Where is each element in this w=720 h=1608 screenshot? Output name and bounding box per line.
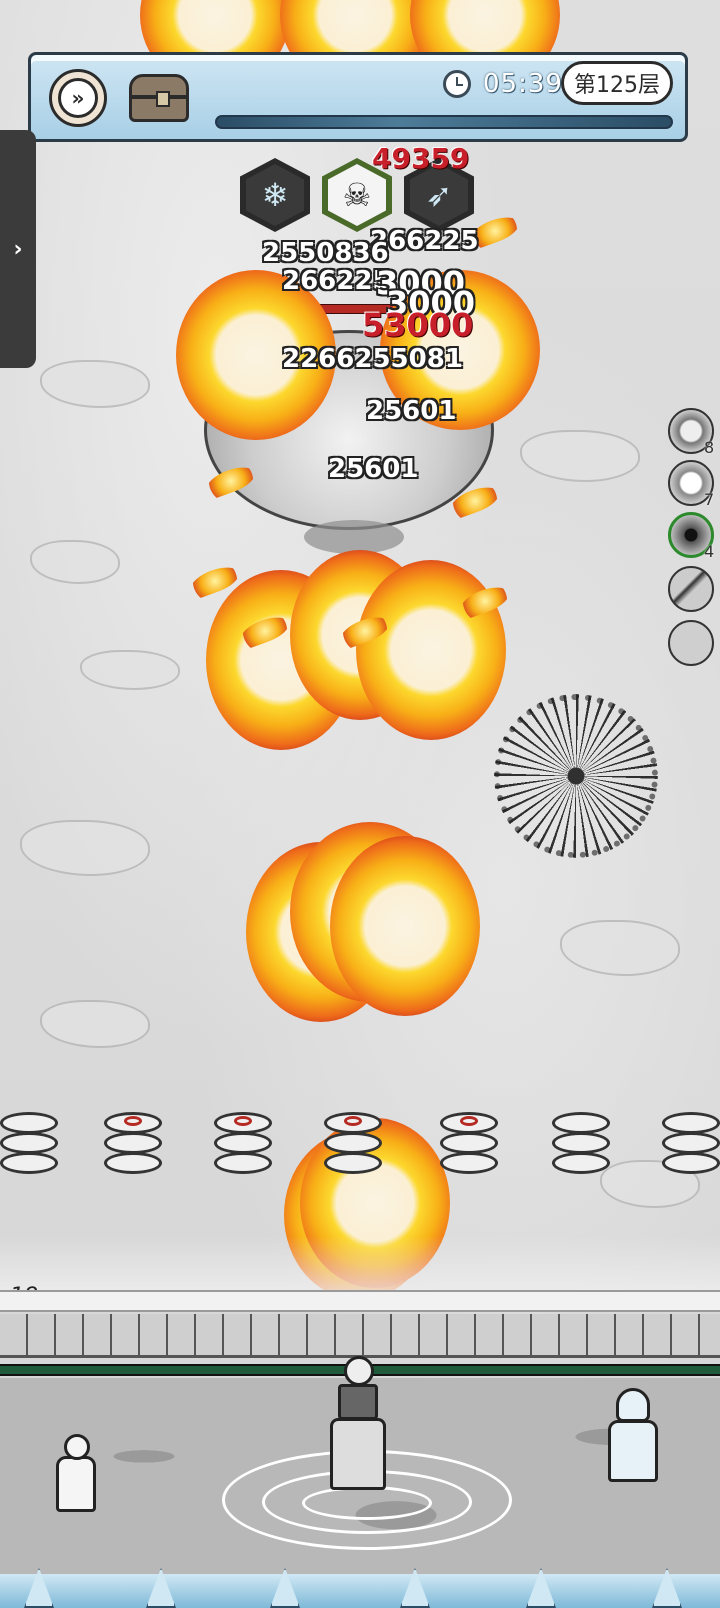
damage-number: 53000	[362, 306, 474, 344]
top-hud: » 05:39 第125层	[28, 52, 688, 142]
boss-shadow	[304, 520, 404, 554]
treasure-chest-icon	[129, 74, 189, 122]
fireball-effect	[330, 836, 480, 1016]
background-stone	[40, 1000, 150, 1048]
turret[interactable]	[0, 1112, 58, 1178]
background-stone	[520, 430, 640, 482]
skill-hex-frost: ❄	[240, 158, 310, 232]
speed-button[interactable]: »	[49, 69, 107, 127]
timer: 05:39	[443, 69, 563, 99]
side-skill-count: 7	[704, 490, 715, 509]
turret[interactable]	[104, 1112, 162, 1178]
background-stone	[560, 920, 680, 976]
game-arena[interactable]: ❄ ☠ ➶ 49359 266225 2550836 266225 3000 3…	[0, 0, 720, 1608]
frost-skill-icon: ❄	[246, 164, 304, 226]
fast-forward-icon: »	[58, 78, 98, 118]
stage-progress-bar	[215, 115, 673, 129]
damage-number: 2550836	[262, 238, 389, 268]
hero-mage-left[interactable]	[42, 1430, 112, 1520]
side-skill-count: 4	[704, 542, 715, 561]
side-skill-slot-empty[interactable]	[668, 620, 714, 666]
side-skill-count: 8	[704, 438, 715, 457]
wall-top	[0, 1290, 720, 1312]
clock-icon	[443, 70, 471, 98]
wall-fade	[0, 1236, 720, 1296]
damage-number: 25601	[328, 454, 419, 484]
damage-number: 266225	[282, 266, 391, 296]
background-stone	[20, 820, 150, 876]
fireball-effect	[356, 560, 506, 740]
floor-badge: 第125层	[561, 61, 673, 105]
damage-number: 49359	[372, 142, 470, 175]
turret[interactable]	[214, 1112, 272, 1178]
background-stone	[40, 360, 150, 408]
hero-commander[interactable]	[316, 1356, 396, 1496]
thorn-orb-ring	[494, 694, 658, 858]
ice-floor	[0, 1574, 720, 1608]
turret[interactable]	[662, 1112, 720, 1178]
chest-button[interactable]	[127, 69, 191, 127]
background-stone	[30, 540, 120, 584]
timer-text: 05:39	[483, 69, 563, 99]
turret[interactable]	[552, 1112, 610, 1178]
damage-number: 2266255081	[282, 344, 463, 374]
turret[interactable]	[324, 1112, 382, 1178]
damage-number: 25601	[366, 396, 457, 426]
side-skill-slot[interactable]	[668, 566, 714, 612]
chevron-right-icon: ›	[13, 236, 23, 262]
wall-bricks	[0, 1314, 720, 1358]
background-stone	[80, 650, 180, 690]
turret[interactable]	[440, 1112, 498, 1178]
hero-ice-mage[interactable]	[598, 1388, 670, 1488]
side-drawer-toggle[interactable]: ›	[0, 130, 36, 368]
